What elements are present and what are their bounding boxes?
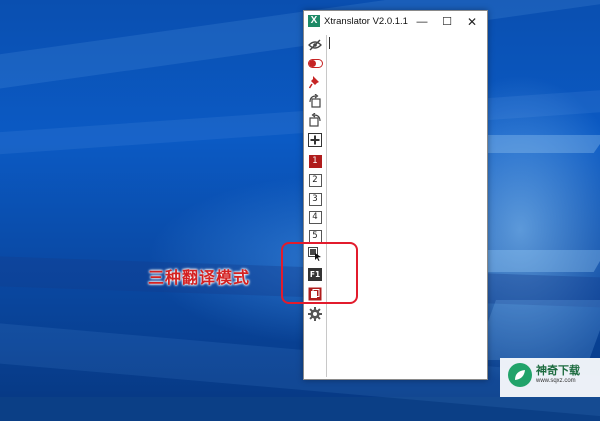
rotate-icon[interactable] (307, 93, 323, 109)
watermark-url: www.sqxz.com (536, 378, 576, 384)
translation-output-area[interactable] (328, 35, 485, 377)
pin-icon[interactable] (307, 74, 323, 90)
toolbar-divider (326, 35, 327, 377)
translation-modes-callout: 三种翻译模式 (148, 270, 251, 287)
title-bar[interactable]: X Xtranslator V2.0.1.1 — ☐ ✕ (304, 11, 487, 33)
gear-icon[interactable] (307, 306, 323, 322)
maximize-button[interactable]: ☐ (435, 11, 459, 33)
xtranslator-window: X Xtranslator V2.0.1.1 — ☐ ✕ 1 2 3 4 5 F… (303, 10, 488, 380)
translation-modes-highlight (281, 242, 358, 304)
mode-3-icon[interactable]: 3 (307, 191, 323, 207)
close-button[interactable]: ✕ (460, 11, 484, 33)
mode-4-icon[interactable]: 4 (307, 209, 323, 225)
plus-icon[interactable] (307, 132, 323, 148)
text-caret (329, 37, 330, 49)
mode-1-icon[interactable]: 1 (307, 153, 323, 169)
leaf-logo-icon (508, 363, 532, 387)
minimize-button[interactable]: — (410, 11, 434, 33)
desktop-background (0, 0, 600, 421)
side-toolbar: 1 2 3 4 5 F1 (304, 33, 326, 379)
rotate-reverse-icon[interactable] (307, 112, 323, 128)
toggle-icon[interactable] (307, 55, 323, 71)
watermark-title: 神奇下载 (536, 365, 580, 377)
eye-slash-icon[interactable] (307, 37, 323, 53)
window-title: Xtranslator V2.0.1.1 (324, 16, 408, 27)
mode-2-icon[interactable]: 2 (307, 172, 323, 188)
site-watermark: 神奇下载 www.sqxz.com (508, 363, 580, 387)
app-logo-icon: X (308, 15, 320, 27)
